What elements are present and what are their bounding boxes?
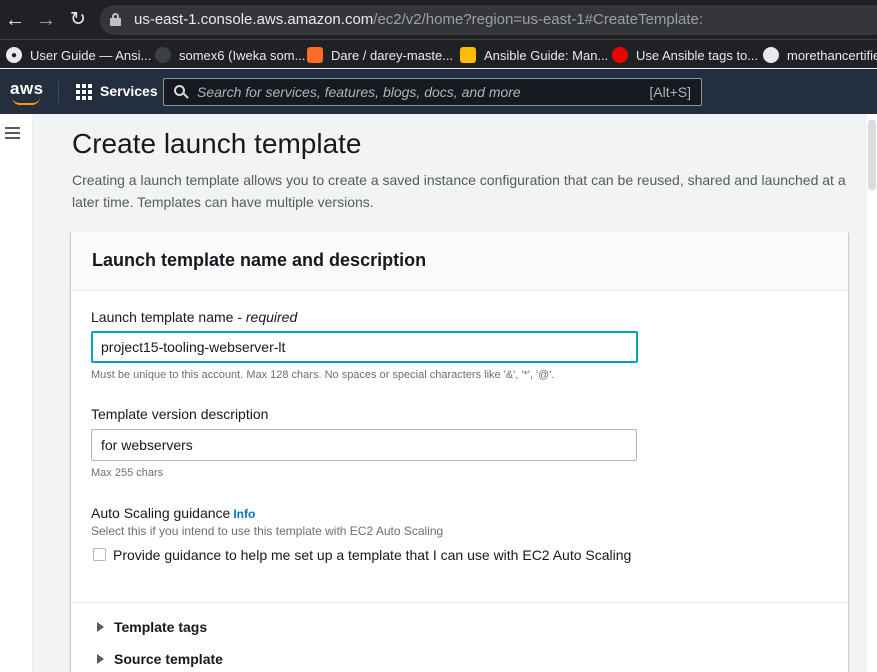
bookmark-label: Dare / darey-maste...: [331, 47, 454, 63]
bookmark-label: Use Ansible tags to...: [636, 47, 759, 63]
gitlab-icon: [307, 47, 323, 63]
back-arrow-icon[interactable]: ←: [3, 8, 27, 32]
github-icon: [763, 47, 779, 63]
bookmark-label: Ansible Guide: Man...: [484, 47, 609, 63]
aws-console-header: aws Services [Alt+S]: [0, 69, 877, 114]
lock-icon: [110, 13, 121, 26]
version-description-label: Template version description: [91, 406, 269, 422]
scrollbar-thumb[interactable]: [868, 120, 876, 190]
main-content: Create launch template Creating a launch…: [34, 114, 867, 672]
lightbulb-icon: [460, 47, 476, 63]
bookmark-item[interactable]: ● User Guide — Ansi...: [6, 45, 151, 65]
panel-title: Launch template name and description: [92, 250, 427, 270]
template-name-panel: Launch template name and description Lau…: [71, 232, 848, 672]
bookmark-item[interactable]: morethancertified: [763, 45, 877, 65]
url-text[interactable]: us-east-1.console.aws.amazon.com/ec2/v2/…: [134, 11, 703, 28]
aws-smile-icon: [12, 97, 40, 105]
globe-icon: ●: [6, 47, 22, 63]
version-description-input[interactable]: [91, 429, 637, 461]
bookmark-label: User Guide — Ansi...: [30, 47, 152, 63]
github-icon: [155, 47, 171, 63]
reload-icon[interactable]: ↻: [66, 8, 90, 32]
redhat-icon: [612, 47, 628, 63]
bookmark-item[interactable]: Dare / darey-maste...: [307, 45, 453, 65]
page-title: Create launch template: [72, 128, 362, 159]
template-name-label: Launch template name - required: [91, 309, 297, 325]
bookmark-item[interactable]: somex6 (Iweka som...: [155, 45, 305, 65]
caret-right-icon: [97, 654, 104, 664]
page-scrollbar[interactable]: [867, 114, 877, 672]
search-shortcut-hint: [Alt+S]: [649, 84, 691, 100]
search-input[interactable]: [197, 83, 617, 101]
url-host: us-east-1.console.aws.amazon.com: [134, 11, 374, 28]
bookmark-item[interactable]: Use Ansible tags to...: [612, 45, 758, 65]
url-path: /ec2/v2/home?region=us-east-1#CreateTemp…: [373, 11, 704, 28]
autoscaling-description: Select this if you intend to use this te…: [91, 524, 444, 538]
info-link[interactable]: Info: [233, 507, 255, 521]
aws-logo-text: aws: [10, 79, 44, 98]
section-divider: [71, 602, 848, 603]
template-name-constraint: Must be unique to this account. Max 128 …: [91, 369, 555, 381]
source-template-label: Source template: [114, 651, 223, 667]
forward-arrow-icon[interactable]: →: [34, 8, 58, 32]
autoscaling-guidance-checkbox-label[interactable]: Provide guidance to help me set up a tem…: [113, 544, 633, 566]
template-name-input[interactable]: [91, 331, 638, 363]
bookmark-label: somex6 (Iweka som...: [179, 47, 306, 63]
aws-logo[interactable]: aws: [10, 79, 44, 105]
address-bar[interactable]: us-east-1.console.aws.amazon.com/ec2/v2/…: [100, 5, 877, 35]
template-tags-label: Template tags: [114, 619, 208, 635]
header-divider: [58, 81, 59, 103]
global-search[interactable]: [Alt+S]: [163, 78, 702, 106]
autoscaling-guidance-label: Auto Scaling guidance Info: [91, 505, 255, 521]
browser-toolbar: ← → ↻ us-east-1.console.aws.amazon.com/e…: [0, 0, 877, 39]
caret-right-icon: [97, 622, 104, 632]
services-grid-icon[interactable]: [76, 84, 92, 100]
source-template-expander[interactable]: Source template: [97, 651, 223, 667]
version-description-constraint: Max 255 chars: [91, 467, 164, 479]
search-icon: [174, 85, 189, 99]
required-marker: required: [245, 309, 298, 325]
template-name-label-text: Launch template name -: [91, 309, 246, 325]
page-description: Creating a launch template allows you to…: [72, 172, 846, 210]
bookmarks-bar: ● User Guide — Ansi... somex6 (Iweka som…: [0, 39, 877, 68]
services-menu[interactable]: Services: [100, 83, 158, 99]
autoscaling-guidance-label-text: Auto Scaling guidance: [91, 505, 231, 521]
bookmark-item[interactable]: Ansible Guide: Man...: [460, 45, 608, 65]
autoscaling-guidance-checkbox[interactable]: [93, 548, 106, 561]
panel-header: Launch template name and description: [71, 232, 848, 291]
side-navigation: [0, 114, 33, 672]
hamburger-menu-icon[interactable]: [5, 127, 20, 139]
template-tags-expander[interactable]: Template tags: [97, 619, 207, 635]
bookmark-label: morethancertified: [787, 47, 877, 63]
